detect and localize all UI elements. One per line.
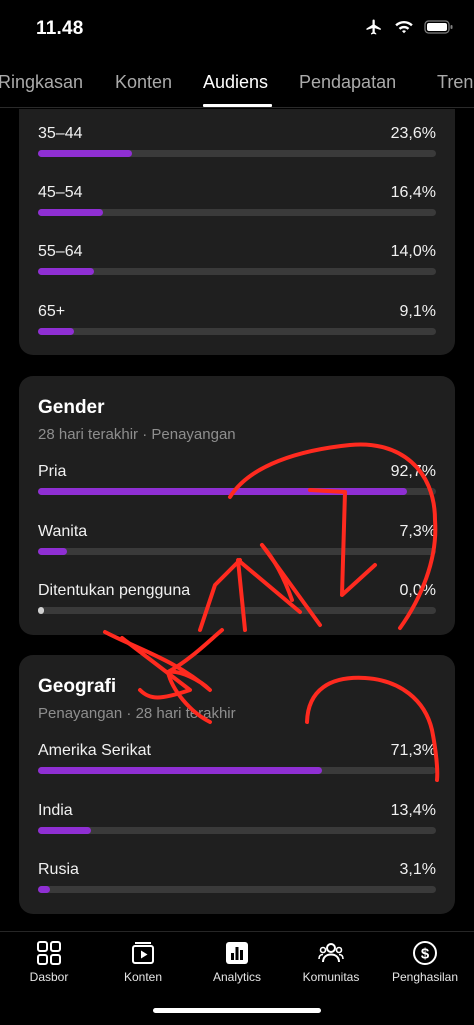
geography-card: Geografi Penayangan · 28 hari terakhir A…: [19, 655, 455, 914]
airplane-icon: [366, 19, 381, 35]
geo-row: Amerika Serikat 71,3%: [38, 742, 436, 782]
row-value: 0,0%: [399, 582, 436, 599]
age-card: 35–44 23,6% 45–54 16,4% 55–64 14,0% 65+ …: [19, 109, 455, 355]
card-subtitle: Penayangan · 28 hari terakhir: [38, 705, 236, 722]
tab-bar: Ringkasan Konten Audiens Pendapatan Tren: [0, 58, 474, 108]
bar-track: [38, 607, 436, 614]
row-label: Pria: [38, 463, 67, 480]
svg-text:$: $: [421, 946, 430, 963]
geo-row: Rusia 3,1%: [38, 861, 436, 901]
gender-row: Ditentukan pengguna 0,0%: [38, 582, 436, 622]
age-row: 55–64 14,0%: [38, 243, 436, 283]
bar-fill: [38, 607, 44, 614]
community-icon: [318, 943, 344, 963]
row-label: Ditentukan pengguna: [38, 582, 191, 599]
nav-label: Komunitas: [302, 970, 360, 984]
bar-track: [38, 548, 436, 555]
row-label: 35–44: [38, 125, 83, 142]
status-icons: [364, 18, 454, 36]
nav-dasbor[interactable]: Dasbor: [2, 940, 96, 984]
card-title: Gender: [38, 397, 105, 418]
row-value: 71,3%: [390, 742, 436, 759]
tab-audiens[interactable]: Audiens: [203, 72, 268, 93]
row-label: 55–64: [38, 243, 83, 260]
active-tab-indicator: [203, 104, 272, 107]
row-value: 9,1%: [399, 303, 436, 320]
status-bar: 11.48: [0, 0, 474, 58]
nav-label: Penghasilan: [391, 970, 459, 984]
nav-label: Analytics: [212, 970, 262, 984]
bar-track: [38, 488, 436, 495]
bar-track: [38, 767, 436, 774]
age-row: 45–54 16,4%: [38, 184, 436, 224]
row-value: 92,7%: [390, 463, 436, 480]
analytics-icon: [226, 942, 248, 964]
bar-fill: [38, 548, 68, 555]
row-value: 13,4%: [390, 802, 436, 819]
dashboard-icon: [37, 941, 61, 965]
bar-fill: [38, 209, 104, 216]
row-value: 23,6%: [390, 125, 436, 142]
row-label: India: [38, 802, 73, 819]
row-label: 65+: [38, 303, 66, 320]
bar-fill: [38, 827, 92, 834]
nav-konten[interactable]: Konten: [96, 940, 190, 984]
card-subtitle: 28 hari terakhir · Penayangan: [38, 426, 236, 443]
content-icon: [132, 942, 154, 964]
row-value: 16,4%: [390, 184, 436, 201]
row-value: 14,0%: [390, 243, 436, 260]
bar-fill: [38, 268, 94, 275]
geo-row: India 13,4%: [38, 802, 436, 842]
row-label: 45–54: [38, 184, 83, 201]
tab-konten[interactable]: Konten: [115, 72, 172, 93]
nav-label: Dasbor: [29, 970, 69, 984]
earn-icon: $: [413, 941, 437, 965]
bar-fill: [38, 328, 75, 335]
bar-track: [38, 827, 436, 834]
row-label: Amerika Serikat: [38, 742, 151, 759]
age-row: 65+ 9,1%: [38, 303, 436, 343]
row-value: 3,1%: [399, 861, 436, 878]
bar-fill: [38, 488, 407, 495]
bar-fill: [38, 767, 322, 774]
card-title: Geografi: [38, 676, 117, 697]
bar-fill: [38, 150, 132, 157]
tab-tren[interactable]: Tren: [437, 72, 473, 93]
audience-content[interactable]: 35–44 23,6% 45–54 16,4% 55–64 14,0% 65+ …: [0, 109, 474, 931]
battery-icon: [424, 20, 453, 34]
nav-penghasilan[interactable]: $ Penghasilan: [378, 940, 472, 984]
gender-card: Gender 28 hari terakhir · Penayangan Pri…: [19, 376, 455, 635]
gender-row: Pria 92,7%: [38, 463, 436, 503]
tab-ringkasan[interactable]: Ringkasan: [0, 72, 83, 93]
bar-fill: [38, 886, 51, 893]
bar-track: [38, 150, 436, 157]
bar-track: [38, 209, 436, 216]
nav-analytics[interactable]: Analytics: [190, 940, 284, 984]
nav-komunitas[interactable]: Komunitas: [284, 940, 378, 984]
home-indicator: [153, 1008, 321, 1013]
row-value: 7,3%: [399, 523, 436, 540]
gender-row: Wanita 7,3%: [38, 523, 436, 563]
status-time: 11.48: [36, 18, 84, 39]
tab-pendapatan[interactable]: Pendapatan: [299, 72, 396, 93]
age-row: 35–44 23,6%: [38, 125, 436, 165]
row-label: Rusia: [38, 861, 79, 878]
wifi-icon: [395, 20, 413, 34]
bar-track: [38, 268, 436, 275]
row-label: Wanita: [38, 523, 88, 540]
bar-track: [38, 328, 436, 335]
nav-label: Konten: [123, 970, 163, 984]
bar-track: [38, 886, 436, 893]
